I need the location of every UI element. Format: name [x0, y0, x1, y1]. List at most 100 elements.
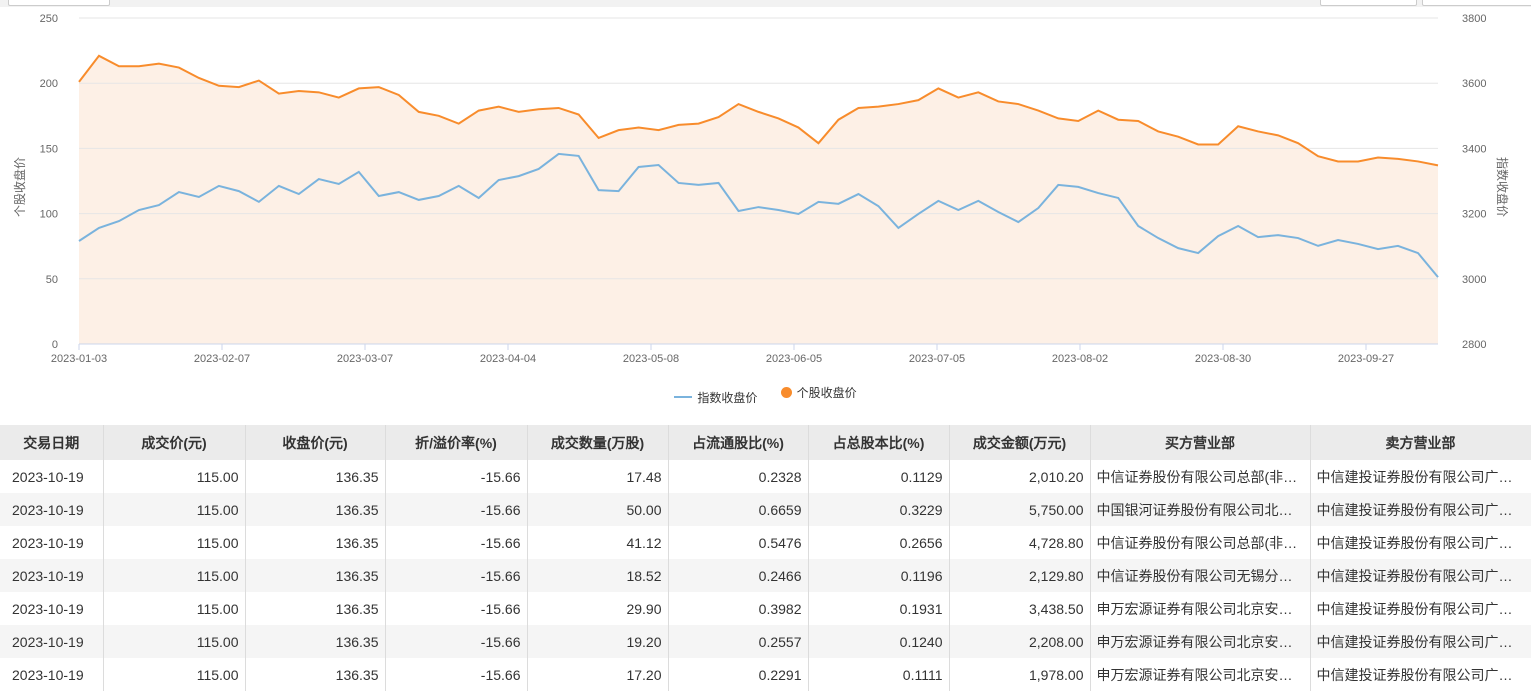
table-cell: 0.5476: [668, 526, 809, 559]
table-cell: 中信建投证券股份有限公司广…: [1310, 625, 1531, 658]
table-cell: 115.00: [103, 559, 246, 592]
table-cell: 中国银河证券股份有限公司北…: [1090, 493, 1311, 526]
right-tick-label: 3000: [1462, 274, 1486, 286]
x-tick-label: 2023-05-08: [623, 353, 679, 365]
left-tick-label: 150: [40, 143, 58, 155]
right-tick-label: 2800: [1462, 339, 1486, 351]
table-row: 2023-10-19 115.00 136.35 -15.66 41.12 0.5476 0…: [0, 526, 1531, 559]
table-cell: 115.00: [103, 592, 246, 625]
table-cell: -15.66: [385, 460, 528, 493]
table-cell: 41.12: [527, 526, 669, 559]
table-cell: 2,010.20: [949, 460, 1091, 493]
table-cell: 中信建投证券股份有限公司广…: [1310, 559, 1531, 592]
table-cell: -15.66: [385, 625, 528, 658]
table-row: 2023-10-19 115.00 136.35 -15.66 17.20 0.2291 0…: [0, 658, 1531, 691]
legend-item-stock[interactable]: 个股收盘价: [780, 384, 857, 401]
column-header[interactable]: 成交数量(万股): [527, 425, 669, 460]
table-cell: 2023-10-19: [0, 493, 104, 526]
toolbar-button[interactable]: [8, 0, 110, 6]
table-cell: 申万宏源证券有限公司北京安…: [1090, 658, 1311, 691]
table-cell: 中信建投证券股份有限公司广…: [1310, 460, 1531, 493]
table-cell: 中信证券股份有限公司无锡分…: [1090, 559, 1311, 592]
column-header[interactable]: 成交价(元): [103, 425, 246, 460]
table-cell: 4,728.80: [949, 526, 1091, 559]
table-cell: 17.20: [527, 658, 669, 691]
table-cell: 中信建投证券股份有限公司广…: [1310, 526, 1531, 559]
x-tick-label: 2023-08-02: [1052, 353, 1108, 365]
table-cell: 0.6659: [668, 493, 809, 526]
left-tick-label: 200: [40, 78, 58, 90]
table-cell: 中信证券股份有限公司总部(非…: [1090, 460, 1311, 493]
column-header[interactable]: 占总股本比(%): [808, 425, 950, 460]
table-cell: 1,978.00: [949, 658, 1091, 691]
column-header[interactable]: 交易日期: [0, 425, 104, 460]
table-cell: 0.2328: [668, 460, 809, 493]
table-cell: 115.00: [103, 625, 246, 658]
left-tick-label: 100: [40, 209, 58, 221]
table-cell: 29.90: [527, 592, 669, 625]
top-toolbar: [0, 0, 1531, 7]
table-cell: 0.2557: [668, 625, 809, 658]
table-cell: 136.35: [245, 625, 386, 658]
table-cell: 19.20: [527, 625, 669, 658]
price-chart: 0 2800 50 3000 100 3200 150 3400 200 3600 250 3800 个…: [12, 13, 1510, 365]
legend-item-index[interactable]: 指数收盘价: [674, 389, 757, 406]
table-cell: 3,438.50: [949, 592, 1091, 625]
table-cell: 5,750.00: [949, 493, 1091, 526]
column-header[interactable]: 折/溢价率(%): [385, 425, 528, 460]
table-cell: 0.3229: [808, 493, 950, 526]
table-cell: 0.1240: [808, 625, 950, 658]
column-header[interactable]: 占流通股比(%): [668, 425, 809, 460]
table-cell: -15.66: [385, 592, 528, 625]
table-cell: 0.1931: [808, 592, 950, 625]
table-row: 2023-10-19 115.00 136.35 -15.66 29.90 0.3982 0…: [0, 592, 1531, 625]
table-header: 交易日期 成交价(元) 收盘价(元) 折/溢价率(%) 成交数量(万股) 占流通股比(%)…: [0, 425, 1531, 460]
table-cell: 0.3982: [668, 592, 809, 625]
column-header[interactable]: 买方营业部: [1090, 425, 1311, 460]
table-cell: 中信建投证券股份有限公司广…: [1310, 658, 1531, 691]
x-tick-label: 2023-08-30: [1195, 353, 1251, 365]
table-cell: 136.35: [245, 526, 386, 559]
table-cell: 中信证券股份有限公司总部(非…: [1090, 526, 1311, 559]
right-tick-label: 3400: [1462, 143, 1486, 155]
table-cell: -15.66: [385, 526, 528, 559]
stock-price-area: [79, 55, 1438, 344]
table-cell: 2023-10-19: [0, 559, 104, 592]
table-cell: 0.2291: [668, 658, 809, 691]
line-icon: [674, 396, 693, 398]
column-header[interactable]: 成交金额(万元): [949, 425, 1091, 460]
right-tick-label: 3600: [1462, 78, 1486, 90]
x-tick-label: 2023-02-07: [194, 353, 250, 365]
table-cell: 0.1129: [808, 460, 950, 493]
table-cell: 中信建投证券股份有限公司广…: [1310, 493, 1531, 526]
table-cell: 136.35: [245, 658, 386, 691]
table-cell: -15.66: [385, 658, 528, 691]
table-cell: 0.1196: [808, 559, 950, 592]
table-cell: 0.1111: [808, 658, 950, 691]
x-tick-label: 2023-03-07: [337, 353, 393, 365]
left-tick-label: 0: [52, 339, 58, 351]
table-row: 2023-10-19 115.00 136.35 -15.66 17.48 0.2328 0…: [0, 460, 1531, 493]
block-trade-table: 交易日期 成交价(元) 收盘价(元) 折/溢价率(%) 成交数量(万股) 占流通股比(%)…: [0, 425, 1531, 691]
table-cell: 136.35: [245, 460, 386, 493]
table-cell: 2023-10-19: [0, 658, 104, 691]
table-row: 2023-10-19 115.00 136.35 -15.66 50.00 0.6659 0…: [0, 493, 1531, 526]
x-tick-label: 2023-07-05: [909, 353, 965, 365]
right-tick-label: 3800: [1462, 13, 1486, 25]
column-header[interactable]: 卖方营业部: [1310, 425, 1531, 460]
x-tick-label: 2023-06-05: [766, 353, 822, 365]
toolbar-button[interactable]: [1320, 0, 1417, 6]
right-tick-label: 3200: [1462, 209, 1486, 221]
toolbar-button[interactable]: [1422, 0, 1531, 6]
left-tick-label: 250: [40, 13, 58, 25]
table-cell: -15.66: [385, 493, 528, 526]
table-cell: 17.48: [527, 460, 669, 493]
table-cell: 115.00: [103, 460, 246, 493]
table-cell: 2023-10-19: [0, 526, 104, 559]
table-cell: 2023-10-19: [0, 592, 104, 625]
table-row: 2023-10-19 115.00 136.35 -15.66 19.20 0.2557 0…: [0, 625, 1531, 658]
x-tick-label: 2023-04-04: [480, 353, 536, 365]
table-cell: 2023-10-19: [0, 460, 104, 493]
table-cell: 18.52: [527, 559, 669, 592]
column-header[interactable]: 收盘价(元): [245, 425, 386, 460]
